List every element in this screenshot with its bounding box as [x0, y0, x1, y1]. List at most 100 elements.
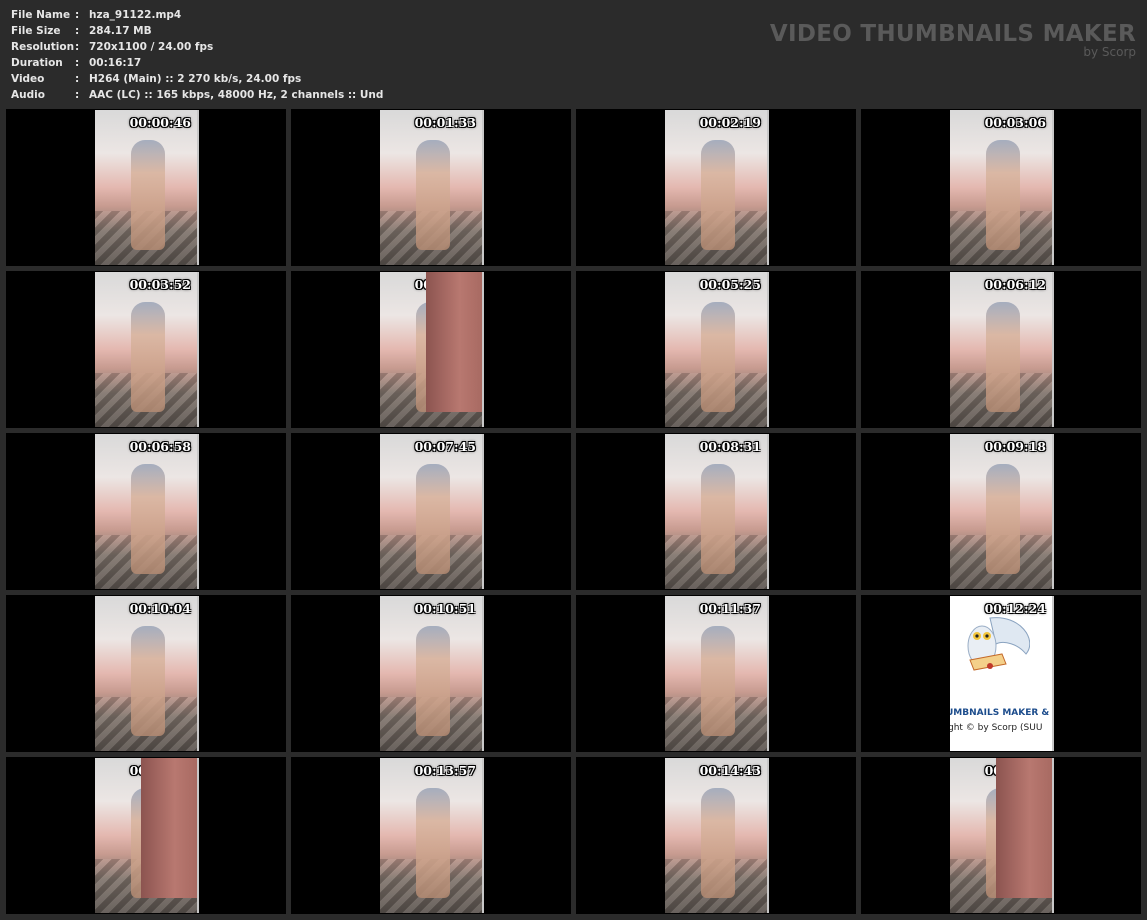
info-row: File Name : hza_91122.mp4: [11, 7, 383, 23]
owl-logo-icon: [967, 617, 1030, 671]
thumbnail-cell[interactable]: 00:06:58: [6, 433, 286, 590]
thumbnail-cell[interactable]: 00:14:43: [576, 757, 856, 914]
thumbnail-cell[interactable]: UMBNAILS MAKER & ght © by Scorp (SUU 00:12…: [861, 595, 1141, 752]
info-value: H264 (Main) :: 2 270 kb/s, 24.00 fps: [89, 73, 302, 85]
info-label: Audio: [11, 89, 45, 101]
timestamp-label: 00:15:30: [984, 763, 1046, 778]
timestamp-label: 00:07:45: [414, 439, 476, 454]
frame-figure: [986, 302, 1020, 412]
video-frame: 00:00:46: [95, 110, 199, 265]
frame-figure: [701, 626, 735, 736]
info-separator: :: [75, 89, 80, 101]
frame-figure: [701, 302, 735, 412]
frame-figure: [131, 464, 165, 574]
thumbnail-cell[interactable]: 00:03:52: [6, 271, 286, 428]
info-row: Video : H264 (Main) :: 2 270 kb/s, 24.00…: [11, 71, 383, 87]
thumbnail-cell[interactable]: 00:00:46: [6, 109, 286, 266]
video-frame: 00:06:12: [950, 272, 1054, 427]
frame-figure: [416, 788, 450, 898]
video-frame: 00:11:37: [665, 596, 769, 751]
info-value: 00:16:17: [89, 57, 142, 69]
logo-frame: UMBNAILS MAKER & ght © by Scorp (SUU 00:12…: [950, 596, 1054, 751]
frame-figure: [416, 302, 450, 412]
info-value: AAC (LC) :: 165 kbps, 48000 Hz, 2 channe…: [89, 89, 384, 101]
brand-watermark: VIDEO THUMBNAILS MAKER by Scorp: [770, 20, 1136, 58]
info-label: Resolution: [11, 41, 75, 53]
frame-figure: [131, 626, 165, 736]
timestamp-label: 00:12:24: [984, 601, 1046, 616]
timestamp-label: 00:11:37: [699, 601, 761, 616]
thumbnail-cell[interactable]: 00:06:12: [861, 271, 1141, 428]
thumbnail-grid: 00:00:46 00:01:33 00:02:19 00:03:06 00:03:52…: [6, 109, 1142, 917]
video-frame: 00:10:04: [95, 596, 199, 751]
header: File Name : hza_91122.mp4 File Size : 28…: [0, 0, 1147, 108]
info-separator: :: [75, 73, 80, 85]
frame-figure: [701, 788, 735, 898]
video-frame: 00:03:52: [95, 272, 199, 427]
info-separator: :: [75, 9, 80, 21]
timestamp-label: 00:08:31: [699, 439, 761, 454]
video-frame: 00:08:31: [665, 434, 769, 589]
video-frame: 00:03:06: [950, 110, 1054, 265]
thumbnail-cell[interactable]: 00:13:10: [6, 757, 286, 914]
video-frame: 00:02:19: [665, 110, 769, 265]
thumbnail-cell[interactable]: 00:13:57: [291, 757, 571, 914]
frame-figure: [701, 464, 735, 574]
info-value: 720x1100 / 24.00 fps: [89, 41, 214, 53]
info-row: File Size : 284.17 MB: [11, 23, 383, 39]
thumbnail-cell[interactable]: 00:01:33: [291, 109, 571, 266]
info-value: hza_91122.mp4: [89, 9, 182, 21]
info-separator: :: [75, 25, 80, 37]
frame-figure: [416, 626, 450, 736]
thumbnail-cell[interactable]: 00:05:25: [576, 271, 856, 428]
info-separator: :: [75, 57, 80, 69]
thumbnail-cell[interactable]: 00:04:39: [291, 271, 571, 428]
thumbnail-cell[interactable]: 00:09:18: [861, 433, 1141, 590]
video-frame: 00:13:57: [380, 758, 484, 913]
thumbnail-cell[interactable]: 00:15:30: [861, 757, 1141, 914]
thumbnail-cell[interactable]: 00:10:51: [291, 595, 571, 752]
file-info: File Name : hza_91122.mp4 File Size : 28…: [11, 7, 383, 103]
thumbnail-cell[interactable]: 00:02:19: [576, 109, 856, 266]
timestamp-label: 00:10:51: [414, 601, 476, 616]
frame-figure: [986, 464, 1020, 574]
video-frame: 00:05:25: [665, 272, 769, 427]
info-row: Resolution : 720x1100 / 24.00 fps: [11, 39, 383, 55]
timestamp-label: 00:10:04: [129, 601, 191, 616]
video-frame: 00:06:58: [95, 434, 199, 589]
thumbnail-cell[interactable]: 00:03:06: [861, 109, 1141, 266]
video-frame: 00:14:43: [665, 758, 769, 913]
info-row: Duration : 00:16:17: [11, 55, 383, 71]
frame-figure: [131, 788, 165, 898]
video-frame: 00:09:18: [950, 434, 1054, 589]
info-label: File Name: [11, 9, 71, 21]
frame-figure: [701, 140, 735, 250]
info-value: 284.17 MB: [89, 25, 152, 37]
frame-figure: [986, 788, 1020, 898]
timestamp-label: 00:09:18: [984, 439, 1046, 454]
info-label: File Size: [11, 25, 61, 37]
video-frame: 00:15:30: [950, 758, 1054, 913]
brand-title: VIDEO THUMBNAILS MAKER: [769, 21, 1136, 47]
timestamp-label: 00:01:33: [414, 115, 476, 130]
thumbnail-cell[interactable]: 00:08:31: [576, 433, 856, 590]
info-label: Video: [11, 73, 45, 85]
video-frame: 00:04:39: [380, 272, 484, 427]
frame-figure: [416, 464, 450, 574]
timestamp-label: 00:13:57: [414, 763, 476, 778]
thumbnail-cell[interactable]: 00:10:04: [6, 595, 286, 752]
info-row: Audio : AAC (LC) :: 165 kbps, 48000 Hz, …: [11, 87, 383, 103]
video-frame: 00:01:33: [380, 110, 484, 265]
frame-figure: [416, 140, 450, 250]
frame-figure: [131, 302, 165, 412]
info-separator: :: [75, 41, 80, 53]
logo-copyright-line: ght © by Scorp (SUU: [950, 723, 1043, 733]
video-frame: 00:13:10: [95, 758, 199, 913]
logo-text-line: UMBNAILS MAKER &: [950, 708, 1050, 718]
video-frame: 00:07:45: [380, 434, 484, 589]
timestamp-label: 00:03:06: [984, 115, 1046, 130]
thumbnail-cell[interactable]: 00:11:37: [576, 595, 856, 752]
thumbnail-cell[interactable]: 00:07:45: [291, 433, 571, 590]
timestamp-label: 00:05:25: [699, 277, 761, 292]
timestamp-label: 00:00:46: [129, 115, 191, 130]
